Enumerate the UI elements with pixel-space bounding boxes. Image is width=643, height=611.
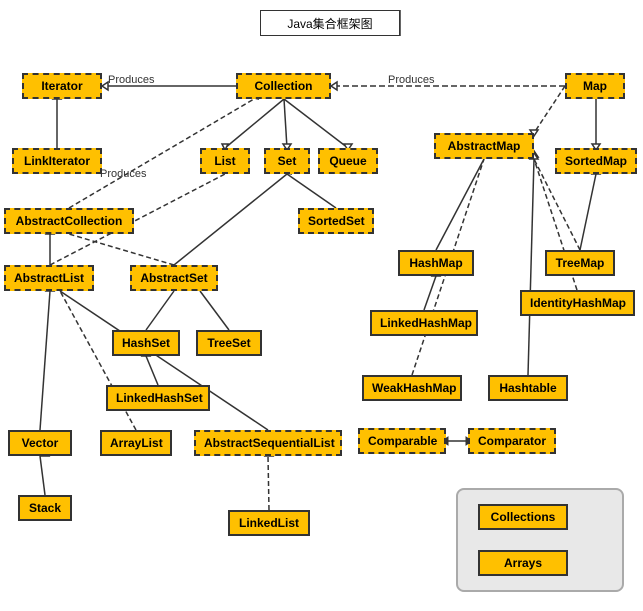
abstractlist-node: AbstractList — [4, 265, 94, 291]
abstractset-node: AbstractSet — [130, 265, 218, 291]
iterator-node: Iterator — [22, 73, 102, 99]
arraylist-node: ArrayList — [100, 430, 172, 456]
abstractcollection-node: AbstractCollection — [4, 208, 134, 234]
sortedmap-node: SortedMap — [555, 148, 637, 174]
diagram: Java集合框架图 Iterator Collection Map Produc… — [0, 0, 643, 611]
hashtable-node: Hashtable — [488, 375, 568, 401]
comparable-node: Comparable — [358, 428, 446, 454]
queue-node: Queue — [318, 148, 378, 174]
list-node: List — [200, 148, 250, 174]
vector-node: Vector — [8, 430, 72, 456]
treemap-node: TreeMap — [545, 250, 615, 276]
linkedhashset-node: LinkedHashSet — [106, 385, 210, 411]
identityhashmap-node: IdentityHashMap — [520, 290, 635, 316]
hashmap-node: HashMap — [398, 250, 474, 276]
title-node: Java集合框架图 — [260, 10, 400, 36]
legend-box: Collections Arrays — [456, 488, 624, 592]
arrays-node: Arrays — [478, 550, 568, 576]
stack-node: Stack — [18, 495, 72, 521]
collection-node: Collection — [236, 73, 331, 99]
set-node: Set — [264, 148, 310, 174]
abstractsequentiallist-node: AbstractSequentialList — [194, 430, 342, 456]
linkedlist-node: LinkedList — [228, 510, 310, 536]
produces-label-2: Produces — [388, 74, 434, 86]
weakhashmap-node: WeakHashMap — [362, 375, 462, 401]
abstractmap-node: AbstractMap — [434, 133, 534, 159]
linkedhashmap-node: LinkedHashMap — [370, 310, 478, 336]
produces-label-3: Produces — [100, 168, 146, 180]
linkiterator-node: LinkIterator — [12, 148, 102, 174]
comparator-node: Comparator — [468, 428, 556, 454]
hashset-node: HashSet — [112, 330, 180, 356]
sortedset-node: SortedSet — [298, 208, 374, 234]
map-node: Map — [565, 73, 625, 99]
produces-label-1: Produces — [108, 74, 154, 86]
treeset-node: TreeSet — [196, 330, 262, 356]
collections-node: Collections — [478, 504, 568, 530]
